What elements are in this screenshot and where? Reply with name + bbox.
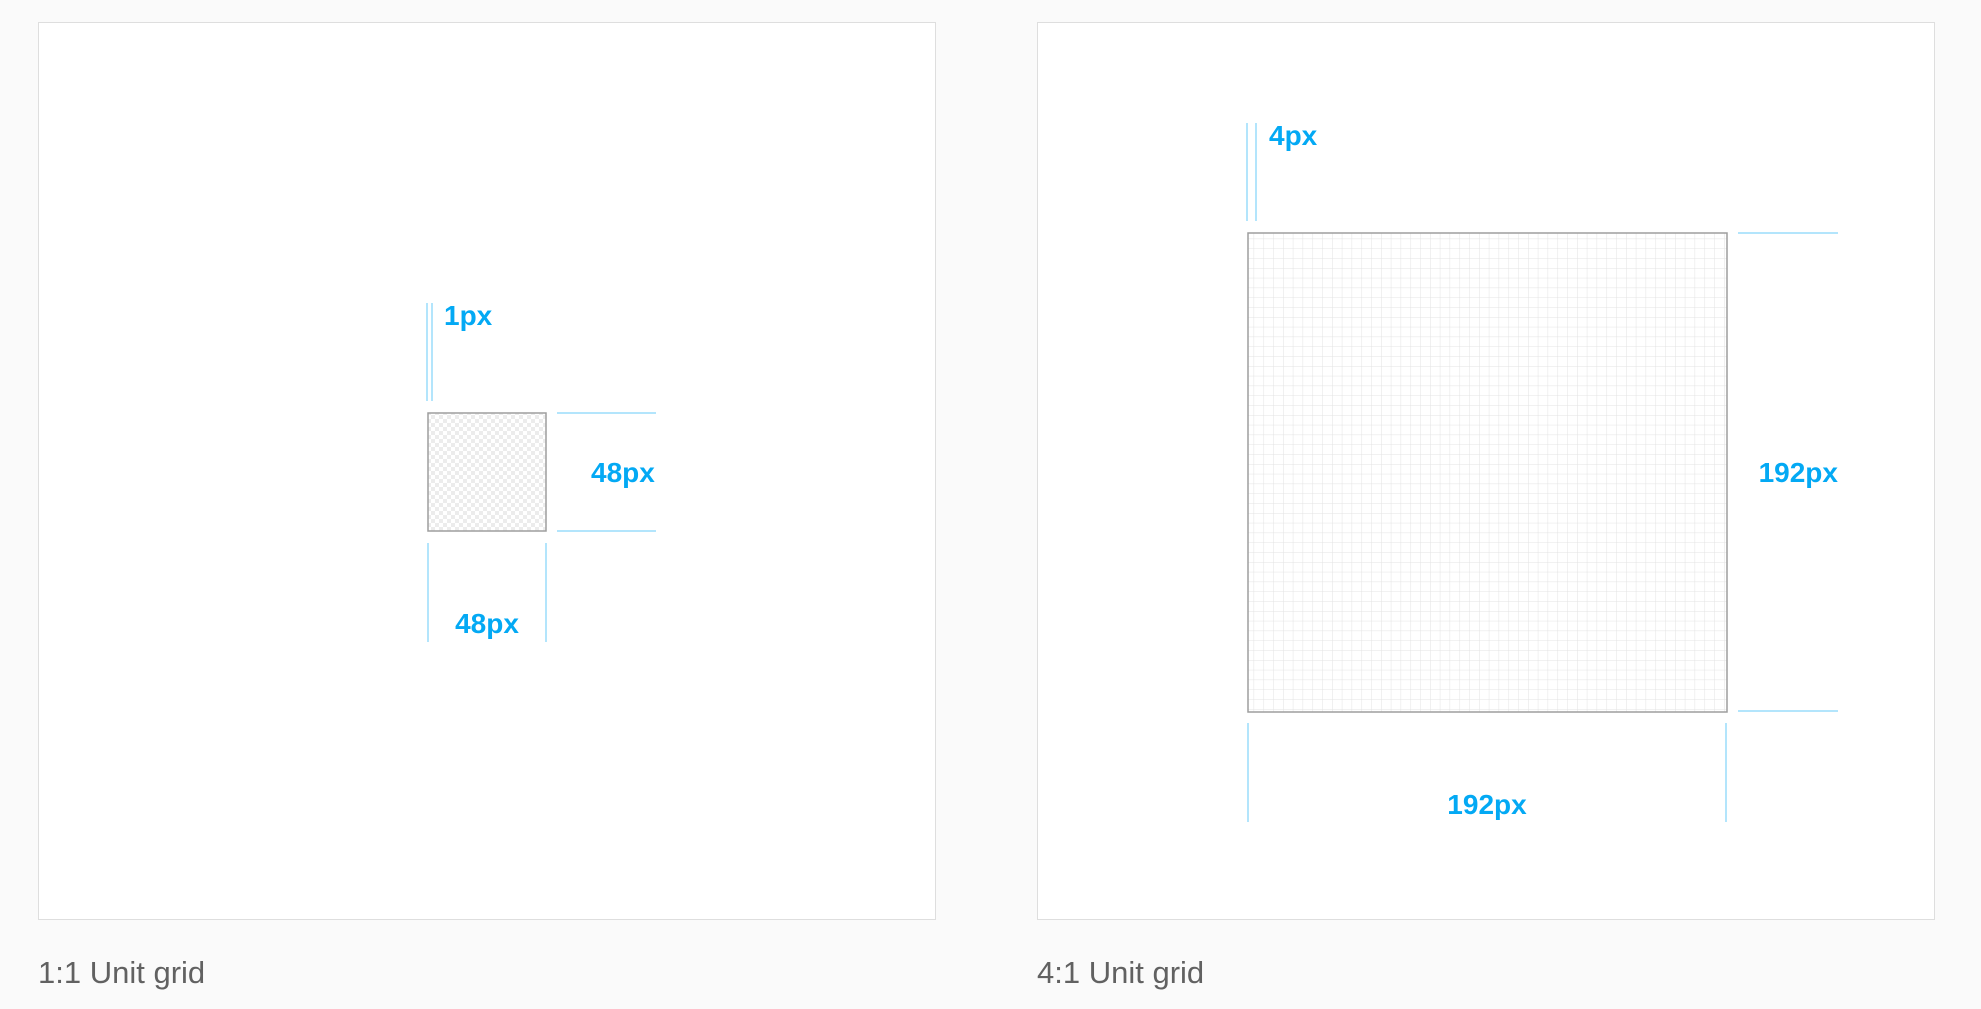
height-label: 48px [591,457,655,488]
grid-square-192 [1247,232,1728,713]
unit-size-indicator [1246,123,1257,221]
caption-1x-unit-grid: 1:1 Unit grid [38,955,206,990]
unit-grid-4x-panel: 4px 192px 192px [1037,22,1935,920]
caption-4x-unit-grid: 4:1 Unit grid [1037,955,1205,990]
width-label: 192px [1447,789,1527,820]
unit-grid-1x-diagram: 1px 48px 48px [426,300,656,642]
height-label: 192px [1759,457,1839,488]
icon-square-48 [427,412,547,532]
unit-grid-4x-diagram: 4px 192px 192px [1246,120,1839,822]
unit-size-indicator [426,303,433,401]
unit-grid-1x-panel: 1px 48px 48px [38,22,936,920]
width-label: 48px [455,608,519,639]
unit-size-label: 1px [444,300,493,331]
unit-size-label: 4px [1269,120,1318,151]
